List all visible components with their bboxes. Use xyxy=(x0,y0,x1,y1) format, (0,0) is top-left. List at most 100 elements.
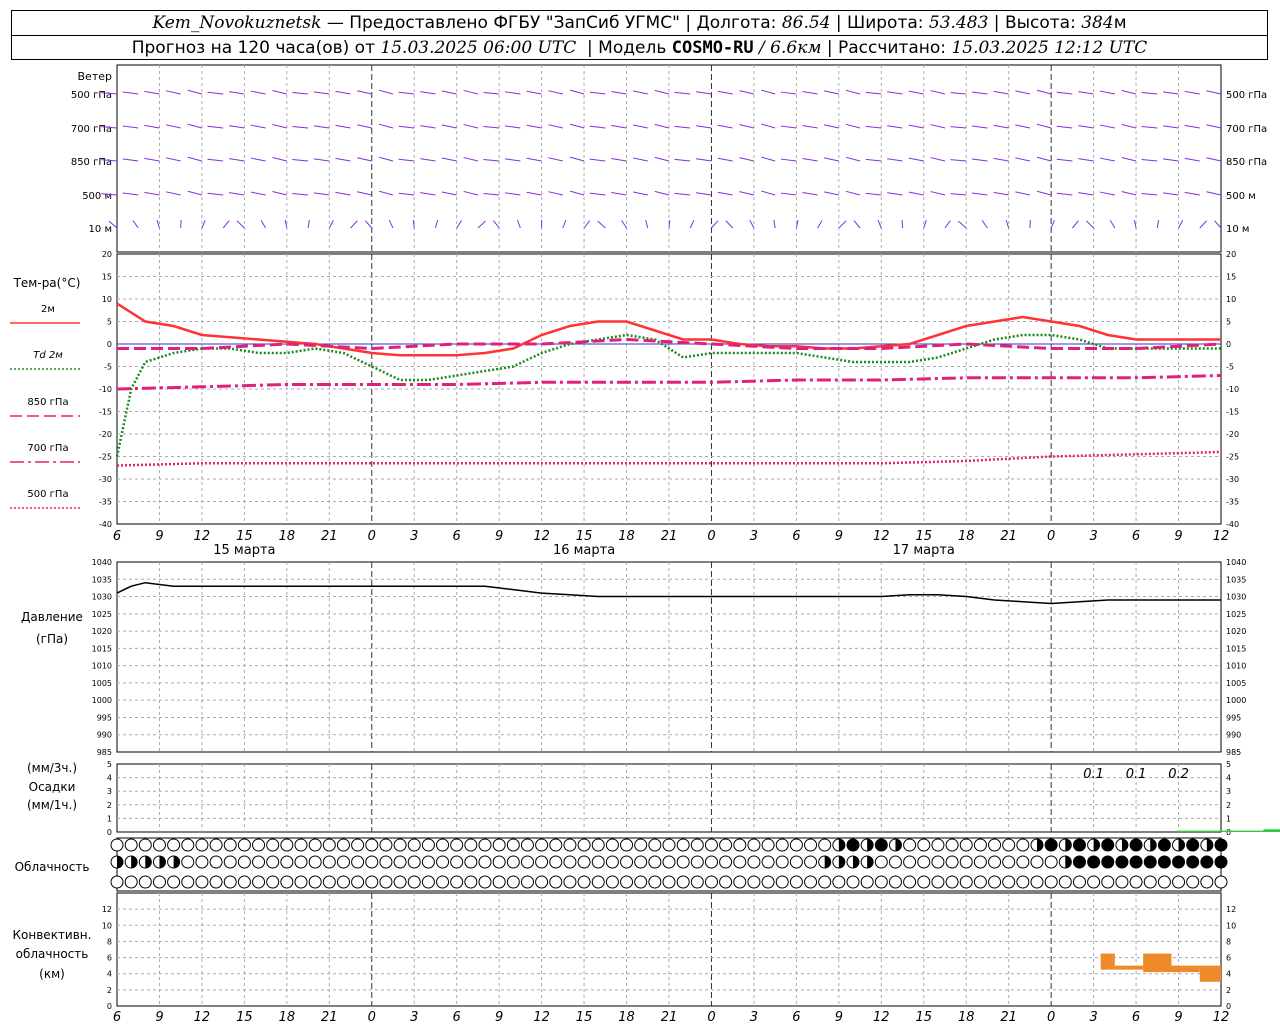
temp-legend-label: Td 2м xyxy=(33,350,63,361)
cloud-circle xyxy=(436,855,450,869)
cloud-cover-symbol xyxy=(1214,875,1228,889)
wind-barb xyxy=(569,89,585,95)
cloud-fill-half xyxy=(1150,839,1157,851)
cloud-cover-symbol xyxy=(591,855,605,869)
cloud-cover-symbol xyxy=(888,855,902,869)
cloud-fill-full xyxy=(875,839,888,851)
wind-barb xyxy=(1099,157,1115,162)
cloud-circle xyxy=(804,875,818,889)
wind-barb xyxy=(583,220,591,229)
cloud-cover-symbol xyxy=(407,855,421,869)
wind-barb xyxy=(144,157,160,162)
wind-barb xyxy=(378,89,394,95)
cloud-circle xyxy=(1016,838,1030,852)
wind-barb xyxy=(1015,124,1031,129)
wind-barb xyxy=(420,125,436,129)
time-hour-label: 12 xyxy=(1213,529,1230,544)
time-hour-label: 0 xyxy=(1047,529,1055,544)
wind-barb xyxy=(802,157,818,162)
cloud-cover-symbol xyxy=(973,875,987,889)
temp-tick-label-left: -20 xyxy=(99,430,112,439)
conv-tick-label-right: 10 xyxy=(1226,921,1236,930)
wind-barb xyxy=(749,220,755,229)
cloud-circle xyxy=(506,875,520,889)
wind-barb xyxy=(674,192,691,196)
cloud-cover-symbol xyxy=(832,875,846,889)
cloud-cover-symbol xyxy=(110,838,124,852)
cloud-cover-symbol xyxy=(818,855,832,869)
cloud-circle xyxy=(1214,875,1228,889)
wind-barb xyxy=(696,192,712,196)
wind-barb xyxy=(632,191,648,196)
temp-tick-label-right: 15 xyxy=(1226,273,1236,282)
wind-barb xyxy=(207,192,224,196)
wind-barb xyxy=(632,90,648,95)
pressure-panel-unit: (гПа) xyxy=(36,632,68,646)
cloud-circle xyxy=(280,875,294,889)
cloud-cover-symbol xyxy=(336,875,350,889)
cloud-cover-symbol xyxy=(1200,875,1214,889)
cloud-cover-symbol xyxy=(478,855,492,869)
cloud-cover-symbol xyxy=(818,875,832,889)
wind-barb xyxy=(236,220,245,229)
cloud-circle xyxy=(209,838,223,852)
cloud-circle xyxy=(1002,855,1016,869)
cloud-fill-half xyxy=(853,856,859,868)
cloud-circle xyxy=(690,838,704,852)
wind-barb xyxy=(250,191,266,196)
temp-tick-label-right: -35 xyxy=(1226,498,1239,507)
cloud-cover-symbol xyxy=(252,855,266,869)
cloud-circle xyxy=(917,875,931,889)
wind-barb xyxy=(562,219,567,229)
cloud-circle xyxy=(535,838,549,852)
cloud-cover-symbol xyxy=(789,855,803,869)
temp-tick-label-left: -40 xyxy=(99,520,112,529)
wind-barb xyxy=(357,90,372,95)
wind-level-label-left: 500 м xyxy=(82,191,112,202)
cloud-circle xyxy=(195,838,209,852)
precip-bar xyxy=(1178,830,1221,832)
time-hour-label-bottom: 18 xyxy=(618,1010,635,1024)
cloud-cover-symbol xyxy=(152,855,166,869)
wind-barb xyxy=(865,158,882,162)
cloud-circle xyxy=(152,838,166,852)
time-hour-label-bottom: 0 xyxy=(1047,1010,1055,1024)
wind-barb xyxy=(250,124,266,129)
cloud-cover-symbol xyxy=(478,838,492,852)
cloud-cover-symbol xyxy=(252,875,266,889)
wind-barb xyxy=(1099,90,1115,95)
cloud-circle xyxy=(421,875,435,889)
cloud-fill-full xyxy=(1130,856,1143,868)
time-hour-label-bottom: 3 xyxy=(410,1010,418,1024)
wind-barb xyxy=(887,192,903,196)
wind-barb xyxy=(463,156,479,162)
cloud-circle xyxy=(308,875,322,889)
cloud-circle xyxy=(747,875,761,889)
cloud-cover-symbol xyxy=(648,855,662,869)
date-label: 16 марта xyxy=(553,543,615,558)
conv-panel-title-1: Конвективн. xyxy=(13,928,92,942)
cloud-circle xyxy=(988,855,1002,869)
cloud-cover-symbol xyxy=(846,855,860,869)
cloud-cover-symbol xyxy=(860,838,874,852)
cloud-circle xyxy=(181,838,195,852)
cloud-circle xyxy=(209,875,223,889)
cloud-cover-symbol xyxy=(1058,838,1072,852)
cloud-circle xyxy=(110,875,124,889)
wind-barb xyxy=(229,192,245,196)
cloud-circle xyxy=(931,875,945,889)
wind-barb xyxy=(272,157,287,162)
cloud-circle xyxy=(407,838,421,852)
cloud-fill-half xyxy=(1093,839,1100,851)
time-hour-label: 12 xyxy=(873,529,890,544)
cloud-cover-symbol xyxy=(209,838,223,852)
cloud-circle xyxy=(393,855,407,869)
cloud-cover-symbol xyxy=(450,838,464,852)
cloud-cover-symbol xyxy=(1172,855,1186,869)
cloud-circle xyxy=(266,875,280,889)
time-hour-label: 15 xyxy=(576,529,593,544)
cloud-cover-symbol xyxy=(662,855,676,869)
cloud-circle xyxy=(563,855,577,869)
wind-level-label-right: 700 гПа xyxy=(1226,124,1267,135)
cloud-circle xyxy=(223,875,237,889)
